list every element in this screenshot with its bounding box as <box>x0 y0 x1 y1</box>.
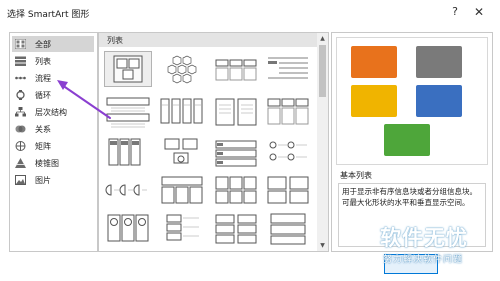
category-label: 层次结构 <box>35 108 67 117</box>
layout-table-list[interactable] <box>159 173 205 207</box>
layout-stacked-blocks[interactable] <box>265 211 311 245</box>
layout-bulleted-boxes[interactable] <box>213 52 259 86</box>
category-label: 全部 <box>35 40 51 49</box>
category-picture[interactable]: 图片 <box>12 172 94 188</box>
category-list: 全部 列表 流程 循环 层次结构 关系 矩阵 棱锥图 图片 <box>9 32 98 252</box>
scroll-down-icon[interactable]: ▼ <box>317 240 328 251</box>
process-icon <box>15 76 26 80</box>
preview-shape-5 <box>384 124 430 156</box>
layout-horizontal-bullet-list[interactable] <box>265 95 311 129</box>
category-label: 矩阵 <box>35 142 51 151</box>
preview-shape-1 <box>351 46 397 78</box>
scroll-up-icon[interactable]: ▲ <box>317 33 328 44</box>
list-icon <box>15 56 26 66</box>
category-matrix[interactable]: 矩阵 <box>12 138 94 154</box>
category-process[interactable]: 流程 <box>12 70 94 86</box>
cycle-icon <box>16 90 25 100</box>
layout-basic-list[interactable] <box>104 51 152 87</box>
preview-shape-3 <box>351 85 397 117</box>
title-bar: 选择 SmartArt 图形 ? ✕ <box>0 0 500 26</box>
category-cycle[interactable]: 循环 <box>12 87 94 103</box>
layout-segmented-circles[interactable] <box>105 173 151 207</box>
layout-name: 基本列表 <box>340 171 372 180</box>
watermark-subtitle: 努力解决软件问题 <box>383 255 464 265</box>
category-relationship[interactable]: 关系 <box>12 121 94 137</box>
pyramid-icon <box>15 158 26 168</box>
category-list-type[interactable]: 列表 <box>12 53 94 69</box>
preview-graphic <box>336 37 488 165</box>
picture-icon <box>15 175 26 185</box>
layout-hexagon-list[interactable] <box>159 52 205 86</box>
category-label: 棱锥图 <box>35 159 59 168</box>
layout-trapezoid-list[interactable] <box>105 135 151 169</box>
category-label: 流程 <box>35 74 51 83</box>
layout-block-list[interactable] <box>265 173 311 207</box>
preview-shape-2 <box>416 46 462 78</box>
watermark: 软件无忧 努力解决软件问题 <box>380 222 498 278</box>
scroll-thumb[interactable] <box>319 45 326 97</box>
layout-stacked-list[interactable] <box>213 95 259 129</box>
watermark-title: 软件无忧 <box>380 226 468 250</box>
category-all[interactable]: 全部 <box>12 36 94 52</box>
gallery-header: 列表 <box>99 33 317 47</box>
gallery-header-label: 列表 <box>107 36 123 45</box>
category-label: 循环 <box>35 91 51 100</box>
layout-circle-list[interactable] <box>265 135 311 169</box>
all-grid-icon <box>15 39 26 49</box>
layout-picture-accent-list[interactable] <box>105 211 151 245</box>
gallery-scrollbar[interactable]: ▲ ▼ <box>317 33 328 251</box>
layout-grid-list[interactable] <box>213 173 259 207</box>
close-button[interactable]: ✕ <box>471 4 487 20</box>
layout-labeled-list[interactable] <box>213 211 259 245</box>
layout-lined-list[interactable] <box>265 52 311 86</box>
dialog-title: 选择 SmartArt 图形 <box>7 10 90 20</box>
help-button[interactable]: ? <box>447 4 463 20</box>
category-label: 关系 <box>35 125 51 134</box>
preview-pane: 基本列表 用于显示非有序信息块或者分组信息块。可最大化形状的水平和垂直显示空间。 <box>331 32 493 252</box>
smartart-dialog: 选择 SmartArt 图形 ? ✕ 全部 列表 流程 循环 层次结构 关系 矩… <box>0 0 500 281</box>
category-pyramid[interactable]: 棱锥图 <box>12 155 94 171</box>
relationship-icon <box>15 125 26 133</box>
layout-gallery: 列表 ▲ ▼ <box>98 32 329 252</box>
category-hierarchy[interactable]: 层次结构 <box>12 104 94 120</box>
layout-vertical-box-list[interactable] <box>159 211 205 245</box>
layout-picture-caption-list[interactable] <box>159 135 205 169</box>
layout-tab-list[interactable] <box>213 135 259 169</box>
hierarchy-icon <box>15 107 26 117</box>
category-label: 列表 <box>35 57 51 66</box>
layout-vertical-bullet-list[interactable] <box>105 95 151 129</box>
category-label: 图片 <box>35 176 51 185</box>
preview-shape-4 <box>416 85 462 117</box>
layout-grouped-list[interactable] <box>159 95 205 129</box>
matrix-icon <box>15 141 26 151</box>
